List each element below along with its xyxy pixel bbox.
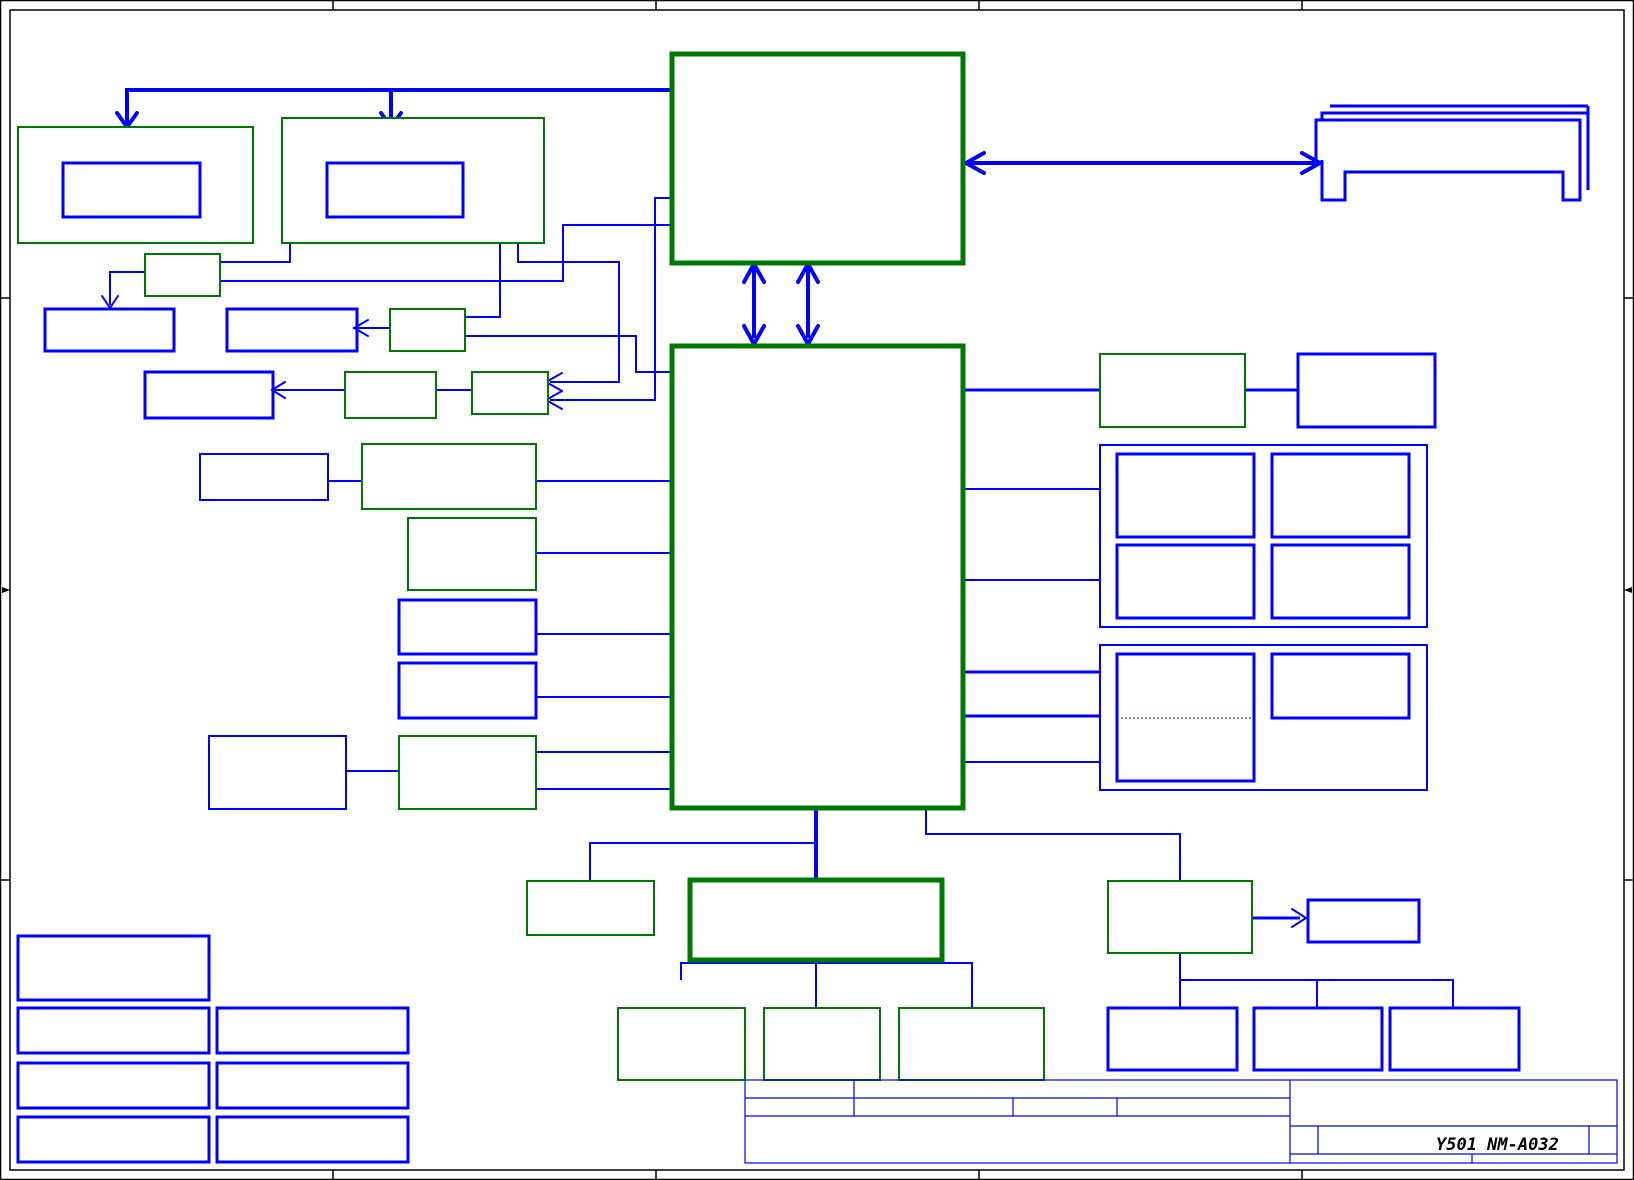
index-box-1 [16, 934, 211, 1002]
small-chip-b [389, 308, 466, 352]
ec-device-b [763, 1007, 881, 1081]
right-cell-4 [1270, 543, 1411, 620]
peripheral-box-a [526, 880, 655, 936]
sub-device-c [1388, 1006, 1521, 1072]
device-box-1 [43, 307, 176, 353]
chipset-block [669, 343, 966, 811]
device-box-3 [143, 370, 275, 420]
device-box-2 [225, 307, 359, 353]
ec-device-c [898, 1007, 1045, 1081]
ec-device-a [617, 1007, 746, 1081]
index-box-5 [215, 1061, 410, 1110]
right-far-box [1296, 352, 1437, 429]
device-box-7 [397, 661, 538, 720]
right-cell-6 [1270, 652, 1411, 720]
device-box-4 [199, 453, 329, 501]
right-cell-1 [1115, 452, 1256, 539]
right-cell-3 [1115, 543, 1256, 620]
controller-block-a [361, 443, 537, 510]
index-box-4 [16, 1061, 211, 1110]
device-box-6 [397, 598, 538, 656]
controller-block-c [398, 735, 537, 810]
sub-device-b [1252, 1006, 1384, 1072]
output-box [1306, 898, 1421, 944]
index-box-2 [16, 1006, 211, 1055]
index-box-3 [215, 1006, 410, 1055]
peripheral-box-b [1107, 880, 1253, 954]
dimm-a-block [17, 126, 254, 244]
cpu-block [669, 51, 966, 266]
side-chip-right [1099, 353, 1246, 428]
right-cell-2 [1270, 452, 1411, 539]
small-chip-d [471, 371, 549, 415]
controller-block-b [407, 517, 537, 591]
small-chip-c [344, 371, 437, 419]
block-diagram: Y501 NM-A032 [0, 0, 1634, 1180]
index-box-6 [16, 1115, 211, 1164]
small-chip-a [144, 253, 221, 297]
sub-device-a [1106, 1006, 1239, 1072]
device-box-5 [208, 735, 347, 810]
dimm-b-block [281, 117, 545, 244]
project-name-text: Y501 NM-A032 [1436, 1135, 1559, 1155]
index-box-7 [215, 1115, 410, 1164]
ec-block [687, 877, 945, 963]
